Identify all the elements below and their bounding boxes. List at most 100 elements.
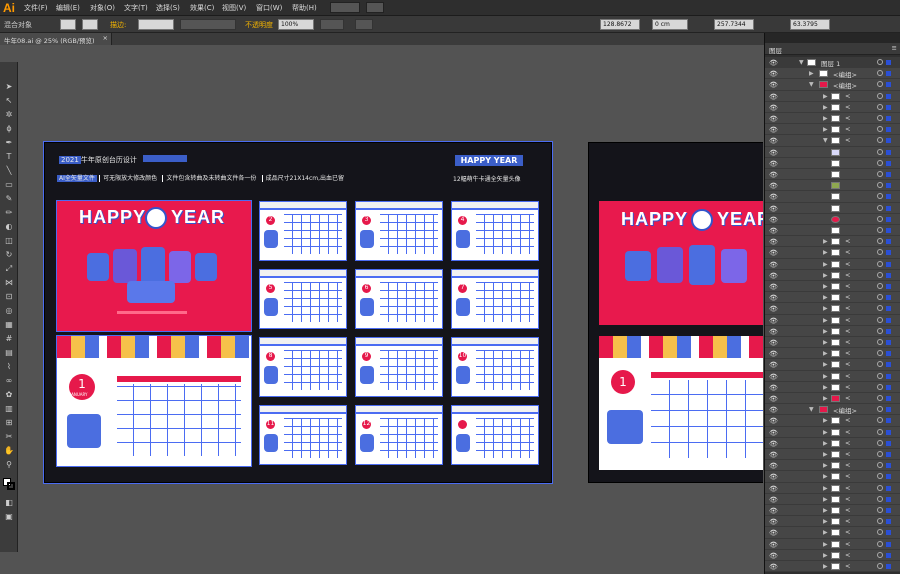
- visibility-eye-icon[interactable]: 👁: [769, 473, 778, 481]
- selection-square-icon[interactable]: [886, 564, 891, 569]
- target-circle-icon[interactable]: [877, 215, 883, 222]
- selection-square-icon[interactable]: [886, 138, 891, 144]
- fill-swatch[interactable]: [60, 19, 76, 30]
- layer-row[interactable]: 👁 ▶ <: [765, 247, 900, 259]
- hand-tool-icon[interactable]: ✋: [4, 446, 14, 456]
- perspective-grid-tool-icon[interactable]: ▦: [4, 320, 14, 330]
- shape-builder-tool-icon[interactable]: ◎: [4, 306, 14, 316]
- expand-triangle-icon[interactable]: ▶: [823, 261, 828, 268]
- layer-row[interactable]: 👁 ▶ <: [765, 471, 900, 483]
- expand-triangle-icon[interactable]: ▶: [823, 373, 828, 380]
- expand-triangle-icon[interactable]: ▶: [823, 417, 828, 424]
- layer-row[interactable]: 👁 ▶ <: [765, 493, 900, 505]
- panel-menu-icon[interactable]: ≡: [892, 44, 897, 52]
- scale-tool-icon[interactable]: ⤢: [4, 264, 14, 274]
- target-circle-icon[interactable]: [877, 406, 883, 413]
- month-card[interactable]: 8: [259, 337, 347, 397]
- selection-square-icon[interactable]: [886, 530, 891, 536]
- selection-square-icon[interactable]: [886, 317, 891, 323]
- target-circle-icon[interactable]: [877, 327, 883, 334]
- selection-square-icon[interactable]: [886, 328, 891, 334]
- target-circle-icon[interactable]: [877, 395, 883, 401]
- visibility-eye-icon[interactable]: 👁: [769, 294, 778, 302]
- target-circle-icon[interactable]: [877, 518, 883, 525]
- layer-row[interactable]: 👁 ▼ <编组>: [765, 79, 900, 91]
- selection-square-icon[interactable]: [886, 228, 891, 233]
- expand-triangle-icon[interactable]: ▶: [823, 518, 828, 525]
- expand-triangle-icon[interactable]: ▶: [823, 339, 828, 346]
- screen-mode-icon[interactable]: ▣: [4, 512, 14, 522]
- selection-square-icon[interactable]: [886, 261, 891, 267]
- visibility-eye-icon[interactable]: 👁: [769, 272, 778, 280]
- layer-row[interactable]: 👁 ▶ <: [765, 549, 900, 561]
- expand-triangle-icon[interactable]: ▶: [823, 238, 828, 245]
- selection-square-icon[interactable]: [886, 239, 891, 245]
- selection-square-icon[interactable]: [886, 127, 891, 133]
- rotate-tool-icon[interactable]: ↻: [4, 250, 14, 260]
- selection-square-icon[interactable]: [886, 340, 891, 345]
- target-circle-icon[interactable]: [877, 126, 883, 133]
- close-tab-icon[interactable]: ×: [103, 34, 108, 42]
- x-field[interactable]: 128.8672: [600, 19, 640, 30]
- layer-row[interactable]: 👁 ▶ <: [765, 449, 900, 461]
- visibility-eye-icon[interactable]: 👁: [769, 328, 778, 336]
- selection-square-icon[interactable]: [886, 160, 891, 166]
- visibility-eye-icon[interactable]: 👁: [769, 238, 778, 246]
- target-circle-icon[interactable]: [877, 439, 883, 446]
- layer-row[interactable]: 👁 ▶ <: [765, 426, 900, 438]
- target-circle-icon[interactable]: [877, 305, 883, 312]
- target-circle-icon[interactable]: [877, 350, 883, 357]
- month-card[interactable]: 12: [355, 405, 443, 465]
- expand-triangle-icon[interactable]: ▶: [823, 361, 828, 368]
- target-circle-icon[interactable]: [877, 283, 883, 289]
- target-circle-icon[interactable]: [877, 59, 883, 65]
- target-circle-icon[interactable]: [877, 103, 883, 110]
- selection-square-icon[interactable]: [886, 384, 891, 390]
- target-circle-icon[interactable]: [877, 81, 883, 88]
- target-circle-icon[interactable]: [877, 462, 883, 469]
- selection-tool-icon[interactable]: ➤: [4, 82, 14, 92]
- layer-row[interactable]: 👁 ▶ <: [765, 460, 900, 472]
- target-circle-icon[interactable]: [877, 451, 883, 457]
- magic-wand-tool-icon[interactable]: ✲: [4, 110, 14, 120]
- type-tool-icon[interactable]: T: [4, 152, 14, 162]
- selection-square-icon[interactable]: [886, 149, 891, 155]
- layer-row[interactable]: 👁 ▼ <编组>: [765, 404, 900, 416]
- month-card[interactable]: 7: [451, 269, 539, 329]
- target-circle-icon[interactable]: [877, 249, 883, 256]
- style-picker[interactable]: [320, 19, 344, 30]
- rectangle-tool-icon[interactable]: ▭: [4, 180, 14, 190]
- visibility-eye-icon[interactable]: 👁: [769, 249, 778, 257]
- expand-triangle-icon[interactable]: ▶: [823, 485, 828, 492]
- visibility-eye-icon[interactable]: 👁: [769, 160, 778, 168]
- pencil-tool-icon[interactable]: ✏: [4, 208, 14, 218]
- target-circle-icon[interactable]: [877, 383, 883, 390]
- month-card[interactable]: [451, 405, 539, 465]
- artboard-tool-icon[interactable]: ⊞: [4, 418, 14, 428]
- draw-mode-icon[interactable]: ◧: [4, 498, 14, 508]
- slice-tool-icon[interactable]: ✂: [4, 432, 14, 442]
- target-circle-icon[interactable]: [877, 417, 883, 424]
- layer-row[interactable]: 👁 ▶ <: [765, 370, 900, 382]
- expand-triangle-icon[interactable]: ▶: [823, 115, 828, 122]
- month-card[interactable]: 5: [259, 269, 347, 329]
- layer-row[interactable]: 👁 ▶ <: [765, 337, 900, 349]
- visibility-eye-icon[interactable]: 👁: [769, 205, 778, 213]
- target-circle-icon[interactable]: [877, 159, 883, 166]
- visibility-eye-icon[interactable]: 👁: [769, 227, 778, 235]
- layer-row[interactable]: 👁 ▶ <: [765, 303, 900, 315]
- stroke-label[interactable]: 描边:: [110, 20, 126, 30]
- layer-row[interactable]: 👁: [765, 169, 900, 181]
- layer-row[interactable]: 👁: [765, 202, 900, 214]
- selection-square-icon[interactable]: [886, 452, 891, 457]
- expand-triangle-icon[interactable]: ▶: [823, 126, 828, 133]
- selection-square-icon[interactable]: [886, 183, 891, 189]
- expand-triangle-icon[interactable]: ▶: [809, 70, 814, 77]
- target-circle-icon[interactable]: [877, 361, 883, 368]
- expand-triangle-icon[interactable]: ▶: [823, 496, 828, 503]
- layer-row[interactable]: 👁 ▶ <: [765, 124, 900, 136]
- align-button[interactable]: [355, 19, 373, 30]
- visibility-eye-icon[interactable]: 👁: [769, 361, 778, 369]
- layer-row[interactable]: 👁 ▶ <: [765, 113, 900, 125]
- visibility-eye-icon[interactable]: 👁: [769, 406, 778, 414]
